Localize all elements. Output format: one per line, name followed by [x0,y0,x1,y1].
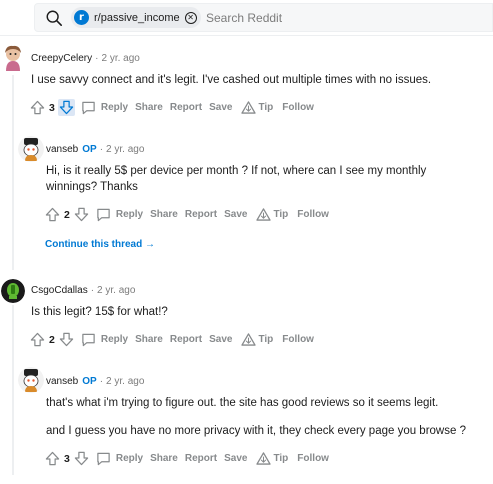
reply-label: Reply [115,453,144,464]
reply-button[interactable]: Reply [96,451,143,466]
comment-actions: 3 Reply Share Report Save Tip Follow [44,450,329,467]
vote-score: 3 [64,452,70,465]
avatar[interactable] [1,279,25,303]
upvote-icon[interactable] [29,99,46,116]
subreddit-chip-label: r/passive_income [94,11,180,24]
upvote-icon[interactable] [29,331,46,348]
save-button[interactable]: Save [224,453,247,464]
share-button[interactable]: Share [150,209,178,220]
comment-meta: vanseb OP · 2 yr. ago [46,144,144,155]
share-button[interactable]: Share [150,453,178,464]
vote-score: 2 [64,208,70,221]
separator: · [90,285,95,296]
continue-thread-link[interactable]: Continue this thread → [45,239,155,250]
comment-author[interactable]: vanseb [46,144,78,155]
save-button[interactable]: Save [209,334,232,345]
thread-line[interactable] [12,305,14,475]
subreddit-filter-chip[interactable]: r r/passive_income ✕ [71,7,201,28]
search-input[interactable]: Search Reddit [206,11,282,25]
separator: · [99,376,104,387]
comment-meta: CreepyCelery · 2 yr. ago [31,53,140,64]
tip-label: Tip [258,102,274,113]
downvote-icon[interactable] [58,331,75,348]
separator: · [95,53,99,64]
follow-button[interactable]: Follow [282,102,314,113]
comment-author[interactable]: CreepyCelery [31,53,92,64]
snoo-avatar-icon [18,367,44,393]
vote-score: 2 [49,333,55,346]
comment-actions: 2 Reply Share Report Save Tip Follow [29,331,314,348]
comment-bubble-icon [82,101,95,115]
save-button[interactable]: Save [209,102,232,113]
op-badge: OP [82,144,97,155]
tip-label: Tip [273,209,289,220]
tip-triangle-icon [256,452,272,465]
comment-author[interactable]: vanseb [46,376,78,387]
follow-button[interactable]: Follow [297,453,329,464]
comment-meta: CsgoCdallas · 2 yr. ago [31,285,135,296]
reply-button[interactable]: Reply [96,207,143,222]
follow-button[interactable]: Follow [282,334,314,345]
downvote-icon[interactable] [73,450,90,467]
subreddit-icon: r [74,10,89,25]
comment-bubble-icon [82,333,95,347]
upvote-icon[interactable] [44,206,61,223]
thread-line[interactable] [12,75,14,270]
avatar[interactable] [18,367,44,393]
search-icon [46,10,63,27]
comment-time[interactable]: 2 yr. ago [97,285,135,296]
tip-button[interactable]: Tip [256,452,288,465]
downvote-icon[interactable] [57,99,75,116]
comment-time[interactable]: 2 yr. ago [106,376,144,387]
snoo-avatar-icon [5,45,21,71]
avatar[interactable] [18,136,44,162]
top-bar: r r/passive_income ✕ Search Reddit [0,0,493,36]
comment-body: that's what i'm trying to figure out. th… [46,397,439,409]
save-button[interactable]: Save [224,209,247,220]
separator: · [99,144,104,155]
comment-body: Is this legit? 15$ for what!? [31,306,168,318]
comment-body-paragraph: and I guess you have no more privacy wit… [46,425,466,437]
comment-time[interactable]: 2 yr. ago [101,53,139,64]
follow-button[interactable]: Follow [297,209,329,220]
reply-button[interactable]: Reply [81,100,128,115]
reply-button[interactable]: Reply [81,332,128,347]
comment-actions: 2 Reply Share Report Save Tip Follow [44,206,329,223]
reply-label: Reply [100,334,129,345]
snoo-avatar-icon [18,136,44,162]
comment-time[interactable]: 2 yr. ago [106,144,144,155]
tip-triangle-icon [256,208,272,221]
close-icon[interactable]: ✕ [184,11,197,24]
tip-triangle-icon [241,333,257,346]
report-button[interactable]: Report [185,453,217,464]
comment-author[interactable]: CsgoCdallas [31,285,88,296]
upvote-icon[interactable] [44,450,61,467]
comment-bubble-icon [97,452,110,466]
tip-label: Tip [273,453,289,464]
snoo-avatar-icon [1,279,25,303]
comment-bubble-icon [97,208,110,222]
tip-button[interactable]: Tip [241,333,273,346]
search-box[interactable]: r r/passive_income ✕ Search Reddit [34,3,493,32]
tip-label: Tip [258,334,274,345]
share-button[interactable]: Share [135,102,163,113]
downvote-icon[interactable] [73,206,90,223]
tip-triangle-icon [241,101,257,114]
comment-meta: vanseb OP · 2 yr. ago [46,376,144,387]
comment-actions: 3 Reply Share Report Save Tip Follow [29,99,314,116]
report-button[interactable]: Report [170,102,202,113]
comment-body: I use savvy connect and it's legit. I've… [31,74,432,86]
reply-label: Reply [115,209,144,220]
tip-button[interactable]: Tip [256,208,288,221]
share-button[interactable]: Share [135,334,163,345]
op-badge: OP [82,376,97,387]
tip-button[interactable]: Tip [241,101,273,114]
avatar[interactable] [0,44,26,72]
vote-score: 3 [49,101,55,114]
reply-label: Reply [100,102,129,113]
comment-body: Hi, is it really 5$ per device per month… [46,165,427,193]
report-button[interactable]: Report [185,209,217,220]
report-button[interactable]: Report [170,334,202,345]
